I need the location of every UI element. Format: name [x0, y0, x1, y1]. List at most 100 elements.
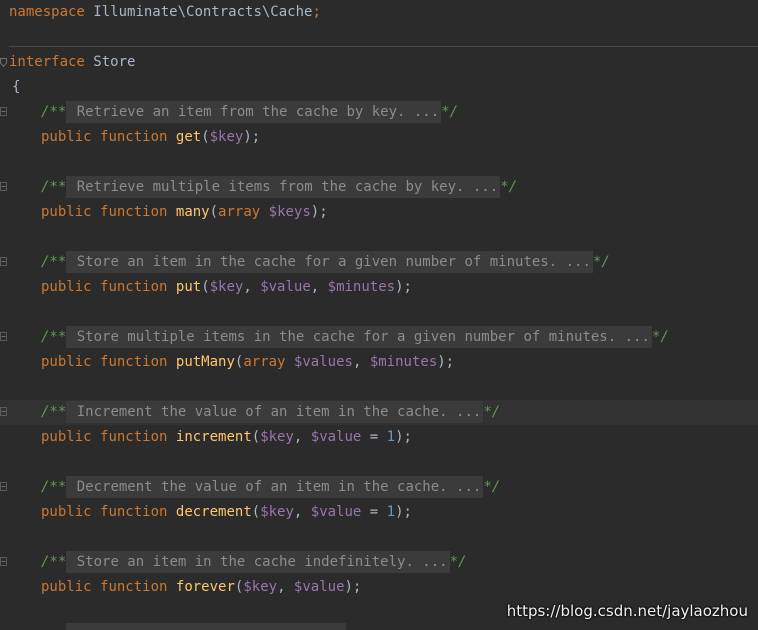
open-paren: (: [251, 429, 261, 445]
fold-expand-icon[interactable]: [0, 407, 7, 416]
param-separator: ,: [310, 279, 328, 295]
param-default-operator: =: [361, 429, 387, 445]
open-paren: (: [251, 504, 261, 520]
open-paren: (: [201, 279, 210, 295]
folded-doc-comment[interactable]: Store an item in the cache for a given n…: [66, 251, 593, 273]
code-editor[interactable]: namespace Illuminate\Contracts\Cache; in…: [0, 0, 758, 630]
doc-comment-open: /**: [41, 179, 67, 195]
function-keyword: function: [100, 279, 168, 295]
param-variable: $key: [243, 579, 278, 595]
param-variable: $value: [310, 504, 362, 520]
method-separator: [9, 46, 758, 47]
open-paren: (: [201, 129, 210, 145]
public-keyword: public: [41, 429, 92, 445]
function-keyword: function: [100, 204, 168, 220]
close-paren: );: [395, 279, 412, 295]
doc-comment-close: */: [651, 329, 669, 345]
doc-comment-open: /**: [41, 554, 67, 570]
param-variable: $minutes: [369, 354, 438, 370]
code-line-method-signature[interactable]: public function many(array $keys);: [0, 200, 758, 225]
folded-comment-partial[interactable]: [66, 623, 346, 630]
code-line-doc-comment[interactable]: /** Store an item in the cache for a giv…: [0, 250, 758, 275]
doc-comment-close: */: [592, 254, 610, 270]
fold-expand-icon[interactable]: [0, 257, 7, 266]
doc-comment-close: */: [441, 104, 459, 120]
public-keyword: public: [41, 579, 92, 595]
fold-expand-icon[interactable]: [0, 482, 7, 491]
code-line-method-signature[interactable]: public function get($key);: [0, 125, 758, 150]
param-variable: $key: [260, 429, 294, 445]
public-keyword: public: [41, 279, 92, 295]
method-name: forever: [175, 579, 235, 595]
namespace-name: Illuminate\Contracts\Cache: [93, 4, 313, 20]
folded-doc-comment[interactable]: Increment the value of an item in the ca…: [66, 401, 484, 423]
method-name: get: [175, 129, 202, 145]
function-keyword: function: [100, 129, 168, 145]
fold-expand-icon[interactable]: [0, 332, 7, 341]
param-default-value: 1: [386, 429, 396, 445]
code-line-doc-comment[interactable]: /** Retrieve an item from the cache by k…: [0, 100, 758, 125]
code-line-method-signature[interactable]: public function forever($key, $value);: [0, 575, 758, 600]
public-keyword: public: [41, 354, 92, 370]
folded-doc-comment[interactable]: Store an item in the cache indefinitely.…: [66, 551, 450, 573]
code-line-interface[interactable]: interface Store: [0, 50, 758, 75]
param-separator: ,: [293, 504, 311, 520]
doc-comment-close: */: [449, 554, 467, 570]
doc-comment-open: /**: [41, 479, 67, 495]
doc-comment-close: */: [500, 179, 518, 195]
param-separator: ,: [277, 579, 294, 595]
close-paren: );: [344, 579, 362, 595]
param-variable: $key: [260, 504, 294, 520]
folded-doc-comment[interactable]: Retrieve multiple items from the cache b…: [66, 176, 501, 198]
param-separator: ,: [293, 429, 311, 445]
code-line-doc-comment[interactable]: /** Increment the value of an item in th…: [0, 400, 758, 425]
param-default-value: 1: [386, 504, 396, 520]
param-variable: $values: [293, 354, 353, 370]
function-keyword: function: [100, 504, 168, 520]
public-keyword: public: [41, 504, 92, 520]
watermark-text: https://blog.csdn.net/jaylaozhou: [506, 602, 748, 620]
code-line-doc-comment[interactable]: /** Decrement the value of an item in th…: [0, 475, 758, 500]
param-variable: $value: [293, 579, 345, 595]
param-default-operator: =: [361, 504, 387, 520]
fold-toggle-icon[interactable]: [0, 58, 7, 68]
namespace-terminator: ;: [312, 4, 321, 20]
code-line-method-signature[interactable]: public function putMany(array $values, $…: [0, 350, 758, 375]
param-type: array: [243, 354, 286, 370]
namespace-keyword: namespace: [9, 4, 85, 20]
method-name: putMany: [175, 354, 235, 370]
code-line-method-signature[interactable]: public function decrement($key, $value =…: [0, 500, 758, 525]
code-line-doc-comment[interactable]: /** Retrieve multiple items from the cac…: [0, 175, 758, 200]
code-line-open-brace[interactable]: {: [0, 75, 758, 100]
interface-name: Store: [93, 54, 136, 70]
fold-expand-icon[interactable]: [0, 182, 7, 191]
doc-comment-close: */: [483, 479, 501, 495]
code-line-namespace[interactable]: namespace Illuminate\Contracts\Cache;: [0, 0, 758, 25]
function-keyword: function: [100, 579, 168, 595]
code-line-method-signature[interactable]: public function increment($key, $value =…: [0, 425, 758, 450]
param-separator: ,: [243, 279, 261, 295]
folded-doc-comment[interactable]: Store multiple items in the cache for a …: [66, 326, 652, 348]
close-paren: );: [310, 204, 328, 220]
folded-doc-comment[interactable]: Retrieve an item from the cache by key. …: [66, 101, 442, 123]
code-line-method-signature[interactable]: public function put($key, $value, $minut…: [0, 275, 758, 300]
param-variable: $key: [209, 279, 244, 295]
close-paren: );: [395, 429, 412, 445]
doc-comment-open: /**: [41, 104, 67, 120]
fold-expand-icon[interactable]: [0, 557, 7, 566]
param-variable: $key: [209, 129, 244, 145]
method-name: decrement: [175, 504, 252, 520]
param-variable: $keys: [268, 204, 311, 220]
fold-expand-icon[interactable]: [0, 107, 7, 116]
code-line-doc-comment[interactable]: /** Store an item in the cache indefinit…: [0, 550, 758, 575]
folded-doc-comment[interactable]: Decrement the value of an item in the ca…: [66, 476, 484, 498]
param-type: array: [218, 204, 261, 220]
interface-keyword: interface: [9, 54, 85, 70]
function-keyword: function: [100, 429, 168, 445]
code-line-doc-comment[interactable]: /** Store multiple items in the cache fo…: [0, 325, 758, 350]
close-paren: );: [395, 504, 412, 520]
public-keyword: public: [41, 204, 92, 220]
param-variable: $value: [260, 279, 311, 295]
open-brace: {: [12, 79, 21, 95]
method-name: many: [175, 204, 210, 220]
